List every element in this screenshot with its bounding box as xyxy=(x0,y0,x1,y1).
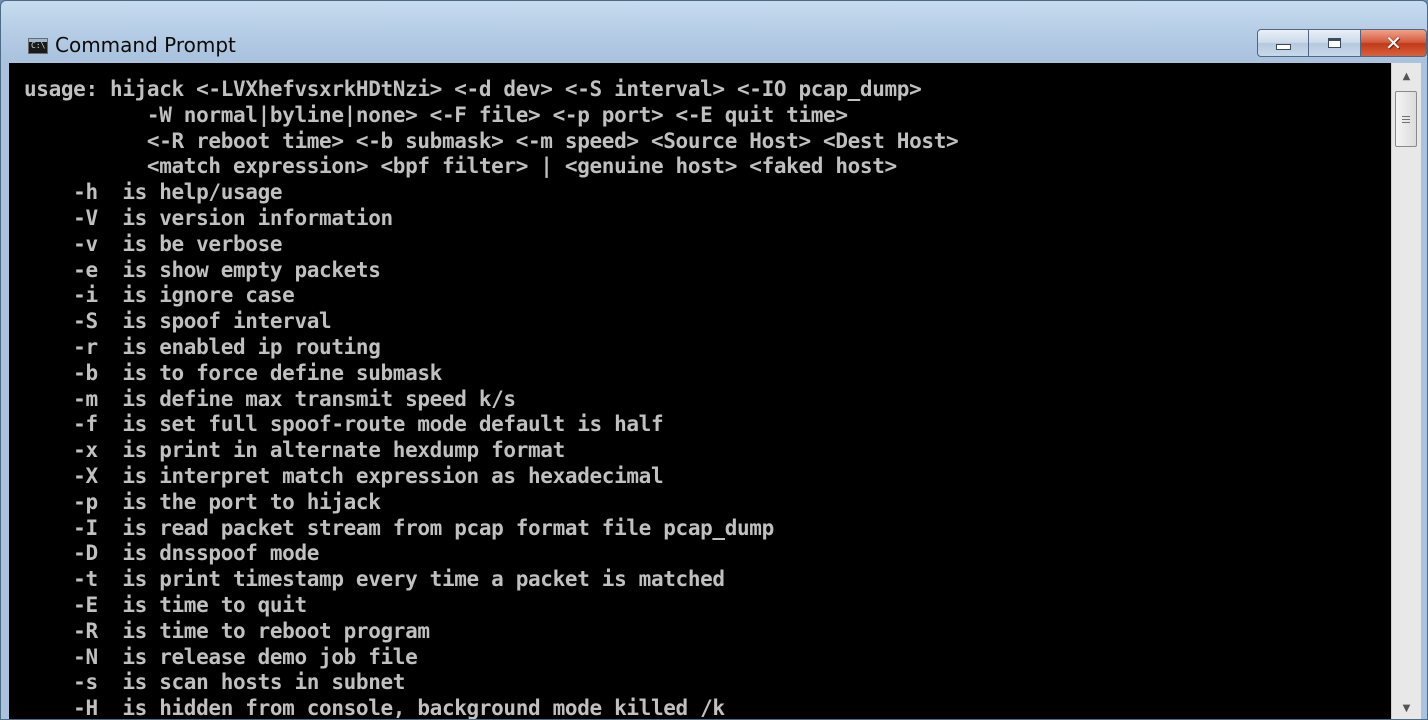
console-line: -m is define max transmit speed k/s xyxy=(24,386,516,411)
scroll-down-button[interactable]: ▼ xyxy=(1392,695,1421,719)
console-line: -v is be verbose xyxy=(24,231,283,256)
maximize-button[interactable] xyxy=(1309,29,1361,57)
console-line: -s is scan hosts in subnet xyxy=(24,670,406,695)
console-line: usage: hijack <-LVXhefvsxrkHDtNzi> <-d d… xyxy=(24,77,922,101)
thumb-grip-icon xyxy=(1402,121,1410,123)
console-line: -V is version information xyxy=(24,205,393,230)
console-client-area: usage: hijack <-LVXhefvsxrkHDtNzi> <-d d… xyxy=(9,63,1421,720)
console-line: <match expression> <bpf filter> | <genui… xyxy=(24,154,897,179)
console-output[interactable]: usage: hijack <-LVXhefvsxrkHDtNzi> <-d d… xyxy=(9,63,1391,720)
console-line: -R is time to reboot program xyxy=(24,618,430,643)
window-title: Command Prompt xyxy=(55,33,236,57)
scrollbar-thumb[interactable] xyxy=(1395,91,1417,147)
thumb-grip-icon xyxy=(1402,118,1410,120)
console-line: -i is ignore case xyxy=(24,283,295,308)
console-line: -W normal|byline|none> <-F file> <-p por… xyxy=(24,102,848,127)
console-line: -H is hidden from console, background mo… xyxy=(24,696,725,720)
scroll-up-button[interactable]: ▲ xyxy=(1392,63,1421,89)
console-line: -I is read packet stream from pcap forma… xyxy=(24,515,774,540)
command-prompt-window: C:\ Command Prompt ✕ usage: hijack <-LVX… xyxy=(0,0,1428,720)
console-line: -S is spoof interval xyxy=(24,309,332,334)
caption-buttons: ✕ xyxy=(1257,29,1427,57)
vertical-scrollbar[interactable]: ▲ ▼ xyxy=(1391,63,1421,719)
console-line: -D is dnsspoof mode xyxy=(24,541,320,566)
console-line: <-R reboot time> <-b submask> <-m speed>… xyxy=(24,128,959,153)
console-line: -x is print in alternate hexdump format xyxy=(24,438,565,463)
title-bar[interactable]: C:\ Command Prompt ✕ xyxy=(1,1,1427,63)
close-icon: ✕ xyxy=(1385,31,1402,55)
console-line: -t is print timestamp every time a packe… xyxy=(24,567,725,592)
console-line: -p is the port to hijack xyxy=(24,489,381,514)
console-line: -N is release demo job file xyxy=(24,644,418,669)
console-text: usage: hijack <-LVXhefvsxrkHDtNzi> <-d d… xyxy=(9,63,1391,720)
maximize-icon xyxy=(1328,38,1341,48)
minimize-button[interactable] xyxy=(1257,29,1309,57)
console-line: -E is time to quit xyxy=(24,592,307,617)
console-line: -h is help/usage xyxy=(24,180,283,205)
console-icon[interactable]: C:\ xyxy=(28,38,48,54)
console-line: -f is set full spoof-route mode default … xyxy=(24,412,664,437)
scroll-down-arrow-icon: ▼ xyxy=(1402,702,1411,714)
console-line: -r is enabled ip routing xyxy=(24,334,381,359)
thumb-grip-icon xyxy=(1402,115,1410,117)
minimize-icon xyxy=(1275,44,1291,50)
console-line: -X is interpret match expression as hexa… xyxy=(24,463,664,488)
console-line: -e is show empty packets xyxy=(24,257,381,282)
close-button[interactable]: ✕ xyxy=(1361,29,1427,57)
scroll-up-arrow-icon: ▲ xyxy=(1402,70,1411,82)
console-line: -b is to force define submask xyxy=(24,360,442,385)
